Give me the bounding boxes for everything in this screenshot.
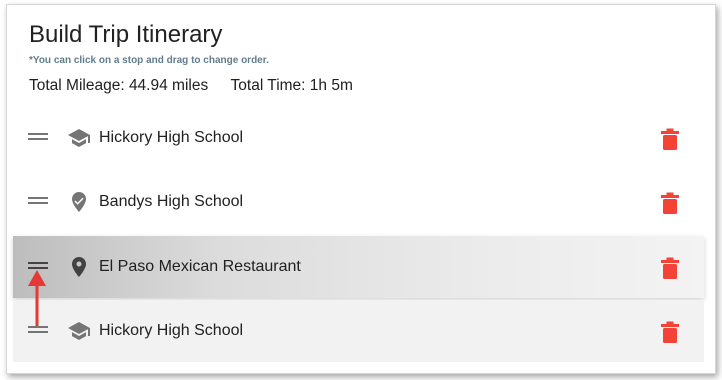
- drag-handle-icon[interactable]: [28, 197, 50, 207]
- page-title: Build Trip Itinerary: [29, 21, 223, 48]
- stop-name: Hickory High School: [99, 322, 244, 339]
- place-icon: [72, 257, 86, 277]
- school-icon: [68, 129, 90, 147]
- school-icon: [68, 322, 90, 340]
- drag-hint: *You can click on a stop and drag to cha…: [29, 55, 269, 66]
- delete-stop-icon[interactable]: [660, 192, 680, 214]
- stop-name: El Paso Mexican Restaurant: [99, 258, 301, 275]
- delete-stop-icon[interactable]: [660, 128, 680, 150]
- stop-row-dragging[interactable]: El Paso Mexican Restaurant: [13, 236, 704, 298]
- delete-stop-icon[interactable]: [660, 321, 680, 343]
- total-time: Total Time: 1h 5m: [230, 77, 353, 94]
- total-mileage: Total Mileage: 44.94 miles: [29, 77, 209, 94]
- drag-handle-icon[interactable]: [28, 133, 50, 143]
- itinerary-panel: Build Trip Itinerary *You can click on a…: [6, 4, 716, 374]
- stop-name: Hickory High School: [99, 129, 244, 146]
- stop-name: Bandys High School: [99, 193, 244, 210]
- stop-row[interactable]: Hickory High School: [13, 107, 704, 169]
- place-check-icon: [72, 192, 86, 212]
- stop-row[interactable]: Bandys High School: [13, 171, 704, 233]
- annotation-arrow-icon: [28, 270, 46, 326]
- stop-row[interactable]: Hickory High School: [13, 300, 704, 362]
- delete-stop-icon[interactable]: [660, 257, 680, 279]
- trip-totals: Total Mileage: 44.94 miles Total Time: 1…: [29, 77, 353, 95]
